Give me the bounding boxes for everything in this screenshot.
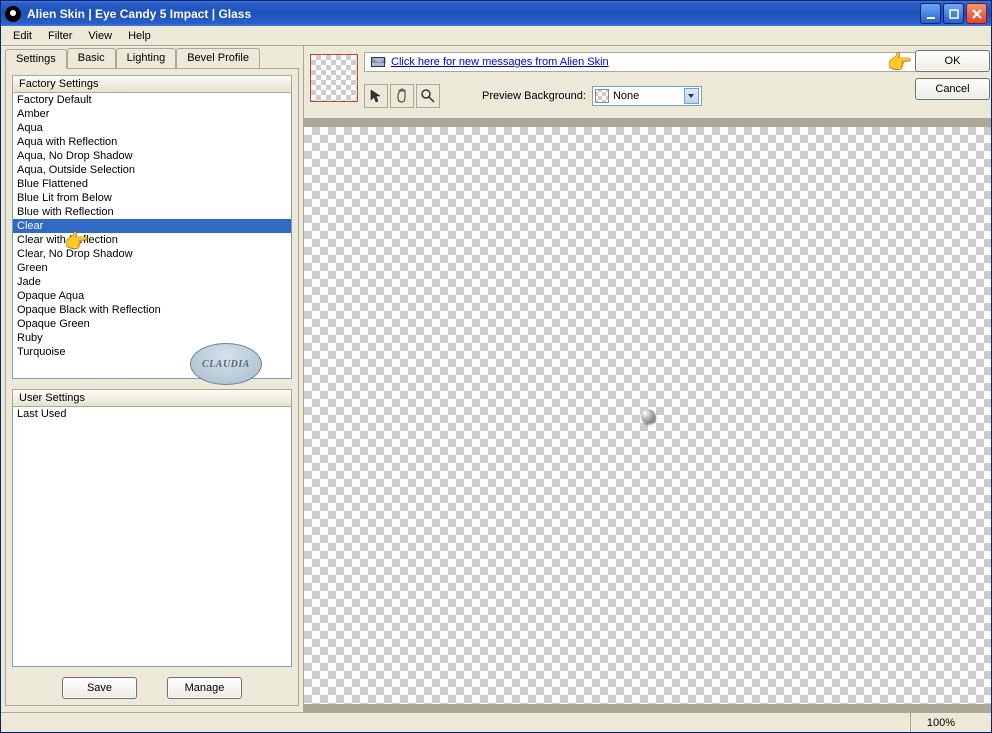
manage-button[interactable]: Manage <box>167 677 242 699</box>
list-item[interactable]: Aqua, Outside Selection <box>13 163 291 177</box>
chevron-down-icon <box>684 88 699 104</box>
list-item[interactable]: Clear with Reflection <box>13 233 291 247</box>
glass-preview-object <box>641 409 655 423</box>
factory-settings-header: Factory Settings <box>12 75 292 93</box>
ok-button[interactable]: OK <box>915 50 990 72</box>
list-item[interactable]: Ruby <box>13 331 291 345</box>
list-item[interactable]: Jade <box>13 275 291 289</box>
save-button[interactable]: Save <box>62 677 137 699</box>
menu-filter[interactable]: Filter <box>40 28 80 44</box>
zoom-level: 100% <box>910 713 971 732</box>
list-item[interactable]: Last Used <box>13 407 291 421</box>
tab-settings[interactable]: Settings <box>5 49 67 69</box>
list-item[interactable]: Aqua <box>13 121 291 135</box>
user-settings-header: User Settings <box>12 389 292 407</box>
preview-bg-value: None <box>613 90 639 102</box>
save-manage-row: Save Manage <box>12 667 292 699</box>
tab-basic[interactable]: Basic <box>67 48 116 68</box>
ok-cancel-area: OK Cancel <box>915 50 985 100</box>
preview-toolbar: Click here for new messages from Alien S… <box>304 46 991 118</box>
list-item[interactable]: Factory Default <box>13 93 291 107</box>
list-item[interactable]: Blue Flattened <box>13 177 291 191</box>
minimize-button[interactable] <box>920 3 941 24</box>
factory-settings-section: Factory Settings Factory DefaultAmberAqu… <box>12 75 292 379</box>
hand-tool[interactable] <box>390 84 414 108</box>
list-item[interactable]: Aqua with Reflection <box>13 135 291 149</box>
list-item[interactable]: Clear <box>13 219 291 233</box>
window-buttons <box>920 3 987 24</box>
message-bar: Click here for new messages from Alien S… <box>364 52 985 72</box>
move-tool[interactable] <box>364 84 388 108</box>
list-item[interactable]: Blue Lit from Below <box>13 191 291 205</box>
user-settings-section: User Settings Last Used <box>12 389 292 667</box>
tab-bar: Settings Basic Lighting Bevel Profile <box>5 48 299 69</box>
preview-canvas[interactable] <box>304 127 991 712</box>
menu-bar: Edit Filter View Help <box>1 26 991 46</box>
mail-icon <box>371 57 385 67</box>
preview-bg-control: Preview Background: None <box>482 86 702 106</box>
list-item[interactable]: Turquoise <box>13 345 291 359</box>
preview-bg-combo[interactable]: None <box>592 86 702 106</box>
messages-link[interactable]: Click here for new messages from Alien S… <box>391 56 609 68</box>
list-item[interactable]: Opaque Green <box>13 317 291 331</box>
list-item[interactable]: Aqua, No Drop Shadow <box>13 149 291 163</box>
list-item[interactable]: Green <box>13 261 291 275</box>
thumbnail[interactable] <box>310 54 358 102</box>
list-item[interactable]: Amber <box>13 107 291 121</box>
preview-bg-swatch <box>595 89 609 103</box>
zoom-tool[interactable] <box>416 84 440 108</box>
maximize-button[interactable] <box>943 3 964 24</box>
close-button[interactable] <box>966 3 987 24</box>
settings-panel: Settings Basic Lighting Bevel Profile Fa… <box>1 46 304 712</box>
status-bar: 100% <box>1 712 991 732</box>
preview-panel: Click here for new messages from Alien S… <box>304 46 991 712</box>
main-area: Settings Basic Lighting Bevel Profile Fa… <box>1 46 991 712</box>
separator <box>304 118 991 127</box>
menu-help[interactable]: Help <box>120 28 159 44</box>
list-item[interactable]: Opaque Aqua <box>13 289 291 303</box>
settings-body: Factory Settings Factory DefaultAmberAqu… <box>5 69 299 706</box>
user-settings-list[interactable]: Last Used <box>12 407 292 667</box>
list-item[interactable]: Blue with Reflection <box>13 205 291 219</box>
list-item[interactable]: Clear, No Drop Shadow <box>13 247 291 261</box>
window-title: Alien Skin | Eye Candy 5 Impact | Glass <box>27 7 920 21</box>
cancel-button[interactable]: Cancel <box>915 78 990 100</box>
title-bar: Alien Skin | Eye Candy 5 Impact | Glass <box>1 1 991 26</box>
preview-bg-label: Preview Background: <box>482 90 586 102</box>
app-icon <box>5 6 21 22</box>
menu-edit[interactable]: Edit <box>5 28 40 44</box>
factory-settings-list[interactable]: Factory DefaultAmberAquaAqua with Reflec… <box>12 93 292 379</box>
menu-view[interactable]: View <box>80 28 120 44</box>
tab-bevel-profile[interactable]: Bevel Profile <box>176 48 260 68</box>
tool-row: Preview Background: None <box>364 82 985 110</box>
list-item[interactable]: Opaque Black with Reflection <box>13 303 291 317</box>
tab-lighting[interactable]: Lighting <box>116 48 177 68</box>
